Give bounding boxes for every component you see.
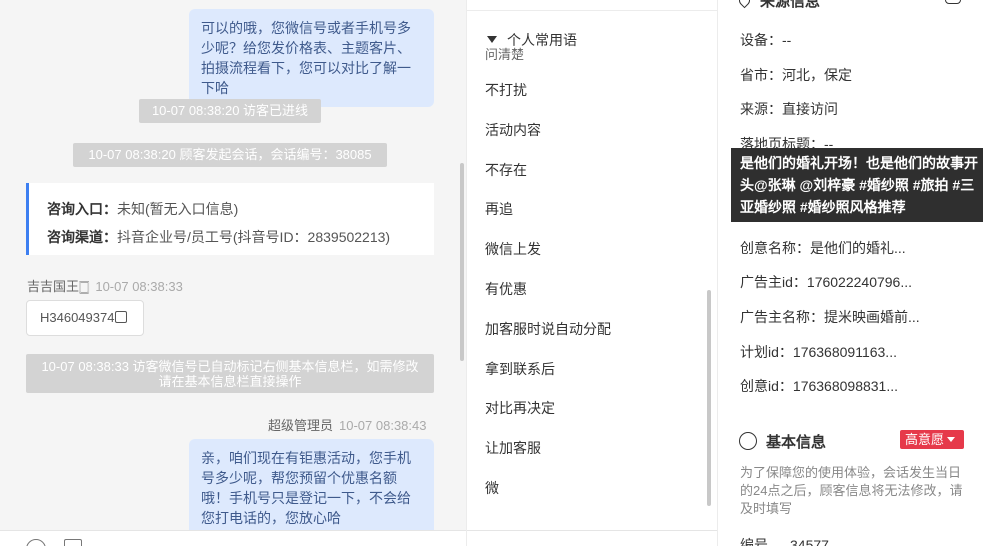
system-message-entered: 10-07 08:38:20 访客已进线: [139, 99, 321, 123]
intent-level-value: 高意愿: [905, 432, 945, 447]
visitor-time: 10-07 08:38:33: [95, 279, 183, 294]
phrase-item[interactable]: 有优惠: [485, 279, 527, 299]
phrase-item[interactable]: 加客服时说自动分配: [485, 319, 611, 339]
phrase-item[interactable]: 让加客服: [485, 438, 541, 458]
phrase-item[interactable]: 不存在: [485, 160, 527, 180]
visitor-sender: 吉吉国王🀆 10-07 08:38:33: [27, 276, 183, 295]
consult-channel-value: 抖音企业号/员工号(抖音号ID：2839502213): [117, 229, 391, 245]
row-label: 广告主id：: [740, 274, 807, 290]
chat-panel: 可以的哦，您微信号或者手机号多少呢？给您发价格表、主题客片、拍摄流程看下，您可以…: [0, 0, 466, 546]
divider: [467, 10, 717, 11]
phrase-item[interactable]: 微信上发: [485, 239, 541, 259]
row-label: 来源：: [740, 101, 782, 117]
row-label: 设备：: [740, 32, 782, 48]
phrase-item[interactable]: 对比再决定: [485, 398, 555, 418]
phrase-item[interactable]: 拿到联系后: [485, 359, 555, 379]
emoji-icon[interactable]: [26, 539, 46, 546]
row-label: 广告主名称：: [740, 309, 824, 325]
agent-message-bubble: 亲，咱们现在有钜惠活动，您手机号多少呢，帮您预留个优惠名额哦！手机号只是登记一下…: [189, 439, 434, 537]
edit-notice: 为了保障您的使用体验，会话发生当日的24点之后，顾客信息将无法修改，请及时填写: [740, 465, 963, 516]
caret-down-icon: [947, 437, 956, 442]
basic-info-header: 基本信息: [739, 429, 826, 452]
row-value: 176022240796...: [806, 274, 913, 290]
source-row-region: 省市：河北，保定: [740, 65, 852, 85]
phrase-item[interactable]: 活动内容: [485, 120, 541, 140]
customer-info-panel: 来源信息 设备：-- 省市：河北，保定 来源：直接访问 落地页标题：-- 创意名…: [719, 0, 983, 546]
source-info-header: 来源信息: [736, 0, 821, 11]
row-value: 34577: [790, 537, 829, 546]
consult-channel-label: 咨询渠道：: [47, 229, 117, 245]
phrase-item[interactable]: 不打扰: [485, 80, 527, 100]
phrase-group-toggle[interactable]: 个人常用语: [487, 30, 577, 50]
agent-message-bubble: 可以的哦，您微信号或者手机号多少呢？给您发价格表、主题客片、拍摄流程看下，您可以…: [189, 9, 434, 107]
copy-icon[interactable]: [115, 311, 128, 323]
row-label: 计划id：: [740, 344, 793, 360]
row-label: 创意id：: [740, 378, 793, 394]
visitor-code-text: H346049374: [40, 310, 115, 325]
source-row-advertiser-name: 广告主名称：提米映画婚前...: [740, 307, 920, 327]
phrase-item[interactable]: 微: [485, 478, 499, 498]
chat-scrollbar[interactable]: [460, 163, 464, 361]
agent-time: 10-07 08:38:43: [339, 418, 427, 433]
row-value: 河北，保定: [782, 67, 852, 83]
row-value: 176368098831...: [792, 378, 899, 394]
agent-sender: 超级管理员 10-07 08:38:43: [268, 415, 426, 434]
agent-name: 超级管理员: [268, 418, 334, 433]
row-value: 是他们的婚礼...: [810, 240, 906, 256]
chat-toolbar: [0, 530, 466, 546]
basic-info-title: 基本信息: [766, 434, 827, 451]
phrase-group-title: 个人常用语: [507, 32, 577, 48]
customer-id-row: 编号 34577: [740, 535, 829, 546]
phrases-scrollbar[interactable]: [707, 290, 711, 506]
user-circle-icon: [739, 432, 757, 450]
row-value: 直接访问: [782, 101, 838, 117]
visitor-message-code[interactable]: H346049374: [26, 300, 144, 336]
source-row-origin: 来源：直接访问: [740, 99, 838, 119]
visitor-name: 吉吉国王🀆: [27, 279, 90, 294]
source-row-creative-id: 创意id：176368098831...: [740, 376, 898, 396]
row-value: --: [782, 32, 792, 48]
caret-down-icon: [487, 36, 497, 43]
quick-phrases-panel: 问清楚 个人常用语 不打扰 活动内容 不存在 再追 微信上发 有优惠 加客服时说…: [466, 0, 718, 546]
source-info-title: 来源信息: [760, 0, 821, 10]
source-row-plan-id: 计划id：176368091163...: [740, 342, 897, 362]
system-message-session: 10-07 08:38:20 顾客发起会话，会话编号：38085: [73, 143, 387, 167]
system-message-wechat: 10-07 08:38:33 访客微信号已自动标记右侧基本信息栏，如需修改请在基…: [26, 354, 434, 393]
source-row-advertiser-id: 广告主id：176022240796...: [740, 272, 912, 292]
row-label: 编号: [740, 537, 768, 546]
row-label: 创意名称：: [740, 240, 810, 256]
source-row-creative-name[interactable]: 创意名称：是他们的婚礼...: [740, 238, 906, 258]
consult-entry-value: 未知(暂无入口信息): [117, 201, 239, 217]
row-label: 省市：: [740, 67, 782, 83]
image-icon[interactable]: [64, 539, 82, 546]
phrase-item[interactable]: 再追: [485, 199, 513, 219]
source-row-device: 设备：--: [740, 30, 791, 50]
row-value: 提米映画婚前...: [824, 309, 920, 325]
consult-info-card: 咨询入口：未知(暂无入口信息) 咨询渠道：抖音企业号/员工号(抖音号ID：283…: [26, 183, 434, 255]
bag-icon[interactable]: [945, 0, 961, 4]
consult-entry-label: 咨询入口：: [47, 201, 117, 217]
creative-name-tooltip: 是他们的婚礼开场！也是他们的故事开头@张琳 @刘梓豪 #婚纱照 #旅拍 #三亚婚…: [731, 148, 983, 222]
row-value: 176368091163...: [792, 344, 897, 360]
divider: [467, 530, 717, 546]
intent-level-dropdown[interactable]: 高意愿: [900, 430, 964, 449]
location-icon: [736, 0, 753, 9]
